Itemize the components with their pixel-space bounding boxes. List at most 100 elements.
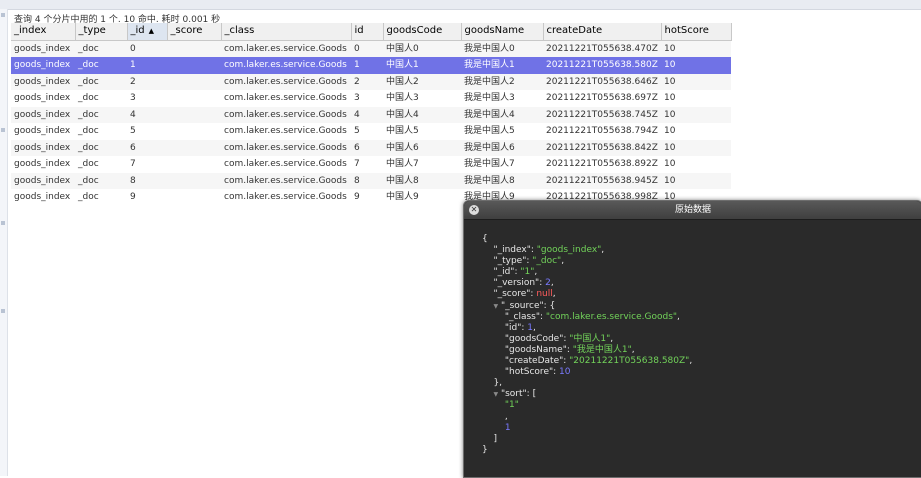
column-header-label: goodsCode: [386, 25, 443, 37]
column-header-goodsName[interactable]: goodsName: [461, 23, 544, 41]
column-header-label: _type: [78, 25, 106, 37]
json-key: "goodsCode": [504, 333, 564, 344]
cell-index: goods_index: [11, 40, 75, 57]
table-row[interactable]: goods_index _doc 0 com.laker.es.service.Goo…: [11, 40, 731, 57]
json-key: "_source": [500, 300, 544, 311]
column-header-id[interactable]: id: [351, 23, 384, 41]
cell-hotScore: 10: [661, 123, 731, 140]
column-header-label: hotScore: [664, 25, 709, 37]
cell-createDate: 20211221T055638.892Z: [543, 156, 661, 173]
cell-index: goods_index: [11, 90, 75, 107]
json-number-value: 2: [545, 278, 551, 289]
json-number-value: 10: [559, 367, 571, 378]
table-row[interactable]: goods_index _doc 2 com.laker.es.service.Goo…: [11, 73, 731, 90]
cell-id: 4: [351, 106, 383, 123]
table-row[interactable]: goods_index _doc 4 com.laker.es.service.Goo…: [11, 106, 731, 123]
sort-ascending-icon: ▲: [148, 27, 155, 36]
json-key: "_id": [493, 267, 515, 278]
column-header-id[interactable]: _id ▲: [127, 23, 168, 41]
column-header-type[interactable]: _type: [75, 23, 128, 41]
cell-goodsCode: 中国人4: [383, 106, 461, 123]
table-row[interactable]: goods_index _doc 6 com.laker.es.service.Goo…: [11, 139, 731, 156]
json-string-value: "1": [504, 400, 519, 411]
column-header-score[interactable]: _score: [167, 23, 222, 41]
cell-createDate: 20211221T055638.842Z: [543, 139, 661, 156]
table-header-row: _index _type _id ▲ _score _class id goodsCode go…: [11, 23, 732, 41]
cell-score: [167, 123, 221, 140]
cell-id: 2: [351, 73, 383, 90]
cell-index: goods_index: [11, 156, 75, 173]
cell-hotScore: 10: [661, 90, 731, 107]
cell-goodsCode: 中国人5: [383, 123, 461, 140]
collapse-triangle-icon: ▼: [493, 391, 499, 399]
close-icon[interactable]: ✕: [469, 205, 479, 215]
cell-createDate: 20211221T055638.470Z: [543, 40, 661, 57]
table-row[interactable]: goods_index _doc 1 com.laker.es.service.Goo…: [11, 57, 731, 74]
json-string-value: "中国人1": [569, 333, 611, 344]
cell-type: _doc: [75, 106, 127, 123]
cell-id: 9: [351, 189, 383, 206]
cell-goodsName: 我是中国人5: [461, 123, 543, 140]
dialog-title: 原始数据: [464, 201, 921, 220]
cell-goodsCode: 中国人1: [383, 57, 461, 74]
json-null-value: null: [536, 289, 553, 300]
cell-score: [167, 73, 221, 90]
table-row[interactable]: goods_index _doc 5 com.laker.es.service.Goo…: [11, 123, 731, 140]
cell-class: com.laker.es.service.Goods: [221, 189, 351, 206]
cell-id: 9: [127, 189, 167, 206]
cell-index: goods_index: [11, 106, 75, 123]
cell-class: com.laker.es.service.Goods: [221, 156, 351, 173]
cell-id: 2: [127, 73, 167, 90]
cell-index: goods_index: [11, 189, 75, 206]
table-row[interactable]: goods_index _doc 8 com.laker.es.service.Goo…: [11, 172, 731, 189]
column-header-goodsCode[interactable]: goodsCode: [383, 23, 462, 41]
cell-goodsName: 我是中国人4: [461, 106, 543, 123]
cell-id: 8: [127, 172, 167, 189]
cell-createDate: 20211221T055638.580Z: [543, 57, 661, 74]
cell-type: _doc: [75, 189, 127, 206]
collapse-triangle-icon: ▼: [493, 302, 499, 310]
cell-hotScore: 10: [661, 40, 731, 57]
json-string-value: "我是中国人1": [572, 344, 632, 355]
cell-hotScore: 10: [661, 139, 731, 156]
cell-hotScore: 10: [661, 57, 731, 74]
column-header-label: _id: [130, 25, 145, 37]
json-key: "createDate": [504, 356, 564, 367]
cell-goodsName: 我是中国人1: [461, 57, 543, 74]
table-row[interactable]: goods_index _doc 3 com.laker.es.service.Goo…: [11, 90, 731, 107]
cell-createDate: 20211221T055638.945Z: [543, 172, 661, 189]
cell-index: goods_index: [11, 73, 75, 90]
column-header-createDate[interactable]: createDate: [543, 23, 662, 41]
cell-class: com.laker.es.service.Goods: [221, 139, 351, 156]
json-key: "sort": [500, 389, 527, 400]
cell-type: _doc: [75, 156, 127, 173]
gutter-marker: [1, 128, 5, 132]
cell-goodsCode: 中国人2: [383, 73, 461, 90]
cell-id: 4: [127, 106, 167, 123]
json-key: "_score": [493, 289, 531, 300]
json-key: "hotScore": [504, 367, 554, 378]
top-toolbar-strip: [0, 0, 921, 10]
cell-class: com.laker.es.service.Goods: [221, 57, 351, 74]
gutter-marker: [1, 309, 5, 313]
table-row[interactable]: goods_index _doc 7 com.laker.es.service.Goo…: [11, 156, 731, 173]
cell-id: 5: [351, 123, 383, 140]
cell-id: 3: [127, 90, 167, 107]
cell-class: com.laker.es.service.Goods: [221, 73, 351, 90]
cell-score: [167, 172, 221, 189]
cell-score: [167, 40, 221, 57]
cell-goodsCode: 中国人6: [383, 139, 461, 156]
json-key: "id": [504, 322, 522, 333]
cell-index: goods_index: [11, 139, 75, 156]
cell-id: 1: [127, 57, 167, 74]
cell-id: 6: [127, 139, 167, 156]
cell-id: 7: [351, 156, 383, 173]
cell-id: 6: [351, 139, 383, 156]
column-header-index[interactable]: _index: [11, 23, 76, 41]
column-header-class[interactable]: _class: [221, 23, 352, 41]
cell-class: com.laker.es.service.Goods: [221, 40, 351, 57]
cell-createDate: 20211221T055638.646Z: [543, 73, 661, 90]
json-string-value: "com.laker.es.service.Goods": [545, 311, 678, 322]
cell-type: _doc: [75, 90, 127, 107]
column-header-hotScore[interactable]: hotScore: [661, 23, 732, 41]
